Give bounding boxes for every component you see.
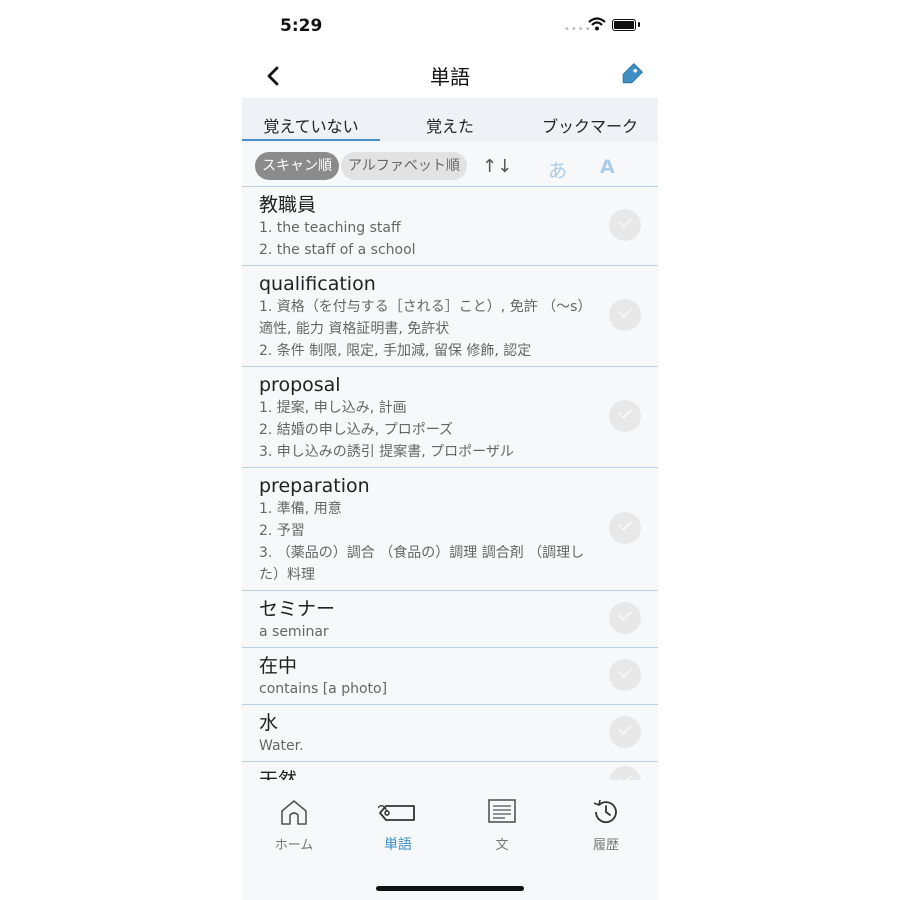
word-row[interactable]: セミナー a seminar — [242, 591, 658, 648]
tabbar-history[interactable]: 履歴 — [566, 798, 646, 853]
phone-screen: 5:29 •••• 単語 覚えていない 覚えた ブックマーク スキャン順 アルフ… — [242, 0, 658, 900]
home-indicator — [376, 886, 524, 891]
word-text: preparation — [259, 475, 370, 497]
status-time: 5:29 — [280, 16, 323, 36]
page-title: 単語 — [430, 65, 470, 89]
word-row[interactable]: qualification 1. 資格（を付与する［される］こと）, 免許 （～s… — [242, 266, 658, 367]
tab-memorized[interactable]: 覚えた — [380, 113, 520, 137]
battery-icon — [612, 19, 636, 31]
word-row[interactable]: preparation 1. 準備, 用意 2. 予習 3. （薬品の）調合 （食品の… — [242, 468, 658, 591]
tab-bookmarks[interactable]: ブックマーク — [520, 113, 658, 137]
tabbar-home[interactable]: ホーム — [254, 798, 334, 853]
scan-order-button[interactable]: スキャン順 — [255, 152, 339, 180]
japanese-display-toggle[interactable]: あ — [548, 156, 567, 183]
document-icon — [488, 799, 516, 823]
word-definition-line: 1. 準備, 用意 — [259, 501, 342, 517]
sort-toolbar: スキャン順 アルファベット順 ↑↓ あ A — [242, 142, 658, 187]
word-row[interactable]: 教職員 1. the teaching staff 2. the staff of … — [242, 187, 658, 266]
word-definition-line: a seminar — [259, 624, 329, 640]
word-definition-line: 1. 資格（を付与する［される］こと）, 免許 （～s） 適性, 能力 資格証明… — [259, 299, 592, 337]
word-definition-line: 3. （薬品の）調合 （食品の）調理 調合剤 （調理した）料理 — [259, 545, 585, 583]
memorized-check-icon[interactable] — [609, 209, 641, 241]
tabbar-sentences[interactable]: 文 — [462, 798, 542, 853]
word-definition-line: contains [a photo] — [259, 681, 388, 697]
tabbar-home-label: ホーム — [274, 838, 314, 853]
word-definition-line: 3. 申し込みの誘引 提案書, プロポーザル — [259, 444, 514, 460]
navigation-bar: 単語 — [242, 52, 658, 98]
word-filter-tabs: 覚えていない 覚えた ブックマーク — [242, 98, 658, 142]
word-definition-line: 1. 提案, 申し込み, 計画 — [259, 400, 407, 416]
word-definition-line: 2. 条件 制限, 限定, 手加減, 留保 修飾, 認定 — [259, 343, 532, 359]
word-text: 水 — [259, 712, 279, 734]
word-definition-line: 2. the staff of a school — [259, 242, 416, 258]
alphabetical-order-button[interactable]: アルファベット順 — [341, 152, 467, 180]
word-row[interactable]: 在中 contains [a photo] — [242, 648, 658, 705]
word-row[interactable]: proposal 1. 提案, 申し込み, 計画 2. 結婚の申し込み, プロポーズ… — [242, 367, 658, 468]
active-tab-indicator — [242, 139, 380, 141]
history-icon — [593, 799, 617, 824]
memorized-check-icon[interactable] — [609, 602, 641, 634]
tag-icon — [622, 62, 644, 84]
word-definition-line: 1. the teaching staff — [259, 220, 401, 236]
english-display-toggle[interactable]: A — [600, 156, 615, 178]
sort-direction-icon[interactable]: ↑↓ — [482, 156, 512, 177]
tabbar-history-label: 履歴 — [592, 838, 619, 853]
battery-tip — [638, 22, 640, 27]
home-icon — [281, 800, 307, 825]
word-definition-line: Water. — [259, 738, 304, 754]
memorized-check-icon[interactable] — [609, 512, 641, 544]
bottom-tab-bar: ホーム 単語 文 履歴 — [242, 780, 658, 900]
word-text: 在中 — [259, 655, 298, 677]
word-row[interactable]: 天然 — [242, 762, 658, 780]
status-bar: 5:29 •••• — [242, 0, 658, 52]
tabbar-words[interactable]: 単語 — [358, 798, 438, 854]
tabbar-words-label: 単語 — [384, 837, 412, 853]
word-definition-line: 2. 結婚の申し込み, プロポーズ — [259, 422, 454, 438]
wifi-icon — [588, 16, 606, 35]
word-definition-line: 2. 予習 — [259, 523, 305, 539]
tag-button[interactable] — [616, 60, 646, 90]
memorized-check-icon[interactable] — [609, 659, 641, 691]
tabbar-sentences-label: 文 — [495, 838, 509, 853]
word-text: qualification — [259, 273, 376, 295]
word-text: セミナー — [259, 598, 336, 620]
word-list: 教職員 1. the teaching staff 2. the staff of … — [242, 187, 658, 780]
memorized-check-icon[interactable] — [609, 400, 641, 432]
tag-card-icon — [378, 804, 415, 821]
word-text: proposal — [259, 374, 341, 396]
word-text: 天然 — [259, 769, 298, 780]
tab-not-memorized[interactable]: 覚えていない — [242, 113, 380, 137]
memorized-check-icon[interactable] — [609, 716, 641, 748]
word-text: 教職員 — [259, 194, 317, 216]
word-row[interactable]: 水 Water. — [242, 705, 658, 762]
memorized-check-icon[interactable] — [609, 299, 641, 331]
